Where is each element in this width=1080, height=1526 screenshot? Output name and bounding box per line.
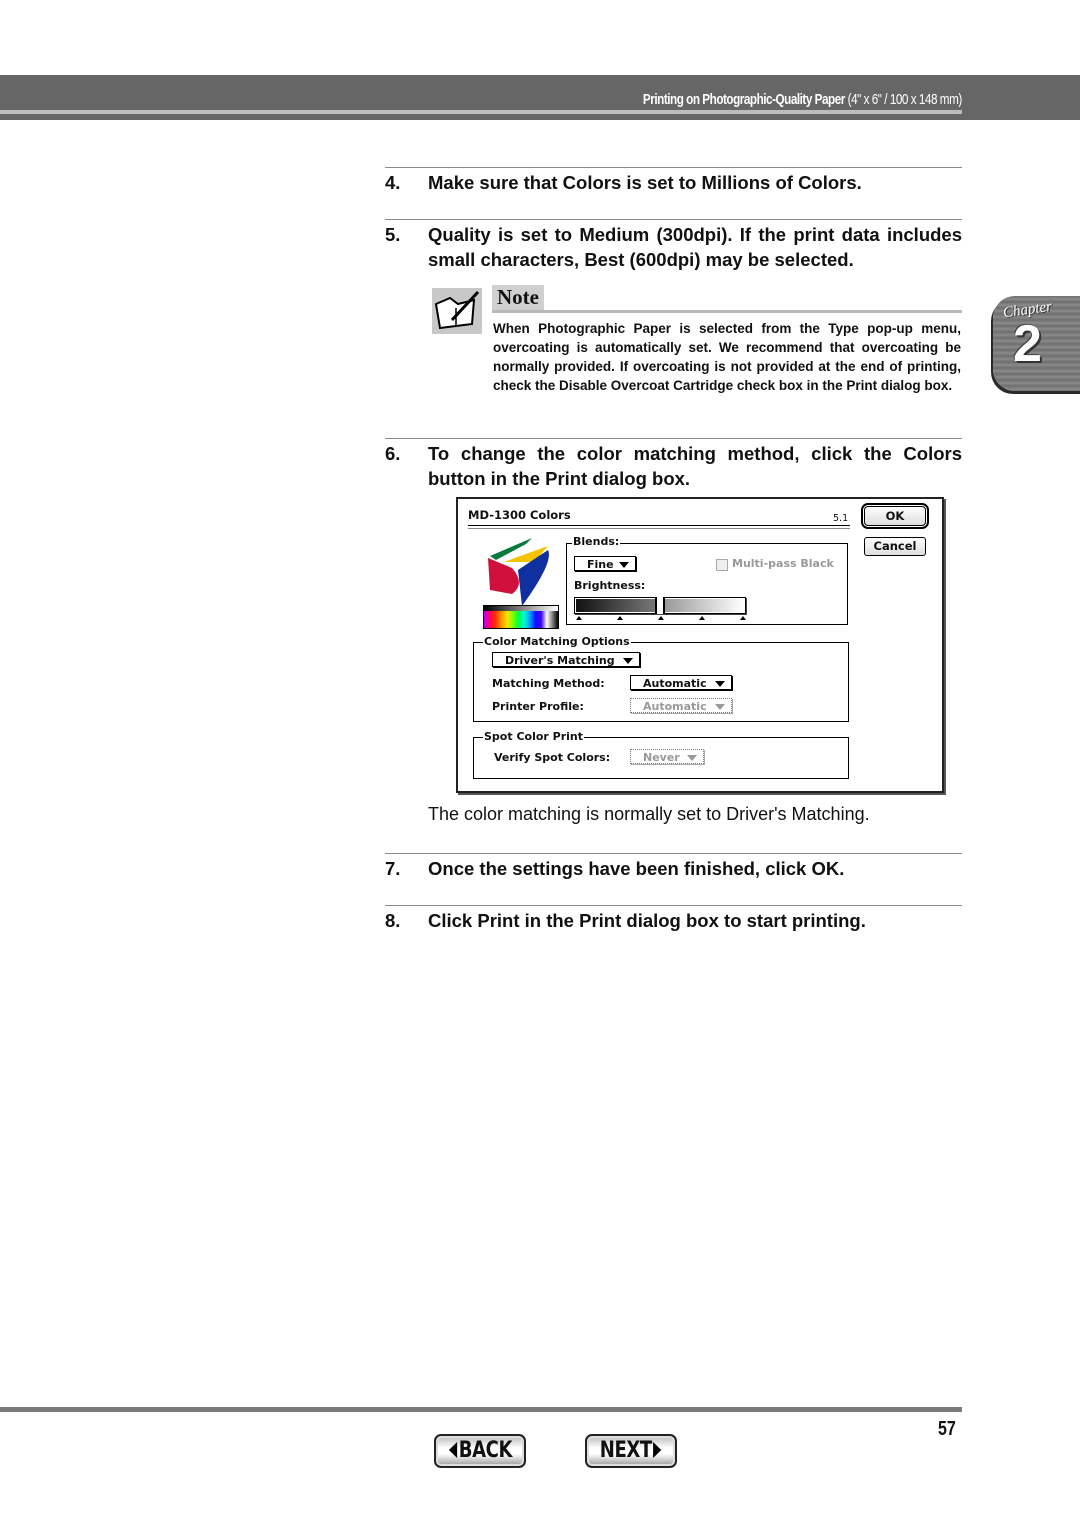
matching-method-label: Matching Method: [492,677,605,690]
printer-profile-popup[interactable]: Automatic [630,698,732,713]
step-text: Quality is set to Medium (300dpi). If th… [428,224,962,270]
blends-popup[interactable]: Fine [574,556,636,571]
next-button[interactable]: NEXT [585,1434,677,1468]
printer-profile-label: Printer Profile: [492,700,584,713]
matching-mode-popup[interactable]: Driver's Matching [492,652,640,667]
step-number: 5. [385,224,401,245]
multipass-black-label: Multi-pass Black [732,557,834,570]
brightness-tick [617,616,623,620]
dialog-title: MD-1300 Colors [468,508,571,522]
step-5: 5. Quality is set to Medium (300dpi). If… [385,222,962,272]
note-rule [492,310,962,313]
printer-profile-value: Automatic [643,700,707,713]
chapter-number: 2 [1013,315,1042,373]
step-divider [385,219,962,220]
verify-spot-colors-popup[interactable]: Never [630,749,704,764]
dialog-title-rule [468,525,850,529]
slider-dark-track [576,599,655,612]
step-text: To change the color matching method, cli… [428,443,962,489]
step-number: 7. [385,858,401,879]
verify-spot-colors-label: Verify Spot Colors: [494,751,611,764]
ok-button[interactable]: OK [861,503,929,529]
step-number: 6. [385,443,401,464]
cancel-button[interactable]: Cancel [864,537,926,556]
step-text: Click Print in the Print dialog box to s… [428,910,866,931]
section-title-text: Printing on Photographic-Quality Paper [643,91,846,108]
multipass-black-checkbox[interactable] [716,559,728,571]
arrow-right-icon [653,1442,662,1458]
colors-dialog: MD-1300 Colors 5.1 OK Cancel Blends: Fin… [456,497,944,793]
step-7: 7. Once the settings have been finished,… [385,856,962,881]
dialog-version: 5.1 [833,513,849,524]
dialog-caption: The color matching is normally set to Dr… [428,804,870,824]
chevron-down-icon [715,681,725,687]
step-divider [385,167,962,168]
matching-method-popup[interactable]: Automatic [630,675,732,690]
step-number: 4. [385,172,401,193]
header-rule [0,110,962,114]
step-6: 6. To change the color matching method, … [385,441,962,491]
chevron-down-icon [715,704,725,710]
matching-mode-value: Driver's Matching [505,654,615,667]
back-label: BACK [458,1438,512,1463]
section-title-dimensions: (4" x 6" / 100 x 148 mm) [845,91,963,108]
matching-method-value: Automatic [643,677,707,690]
step-number: 8. [385,910,401,931]
step-8: 8. Click Print in the Print dialog box t… [385,908,962,933]
step-4: 4. Make sure that Colors is set to Milli… [385,170,962,195]
next-label: NEXT [600,1438,653,1463]
color-cube-logo-icon [482,534,562,606]
step-divider [385,853,962,854]
brightness-tick [740,616,746,620]
blends-value: Fine [587,558,614,571]
step-divider [385,438,962,439]
step-text: Once the settings have been finished, cl… [428,858,845,879]
page-number: 57 [938,1418,956,1440]
brightness-tick [658,616,664,620]
chevron-down-icon [623,658,633,664]
note-body: When Photographic Paper is selected from… [493,321,961,393]
verify-spot-colors-value: Never [643,751,680,764]
step-divider [385,905,962,906]
chevron-down-icon [687,755,697,761]
slider-light-track [665,599,744,612]
brightness-slider[interactable] [574,597,746,614]
brightness-tick [576,616,582,620]
section-title: Printing on Photographic-Quality Paper (… [643,91,962,108]
footer-rule [0,1407,962,1412]
spot-color-group-label: Spot Color Print [483,730,584,743]
brightness-tick [699,616,705,620]
brightness-label: Brightness: [574,579,646,592]
note-pencil-book-icon [432,288,482,334]
step-text: Make sure that Colors is set to Millions… [428,172,862,193]
slider-thumb[interactable] [655,597,665,614]
color-spectrum-bar [483,605,559,629]
arrow-left-icon [448,1442,457,1458]
note-label: Note [492,285,544,310]
chevron-down-icon [619,562,629,568]
back-button[interactable]: BACK [434,1434,526,1468]
color-matching-group-label: Color Matching Options [483,635,631,648]
blends-label: Blends: [572,535,621,548]
